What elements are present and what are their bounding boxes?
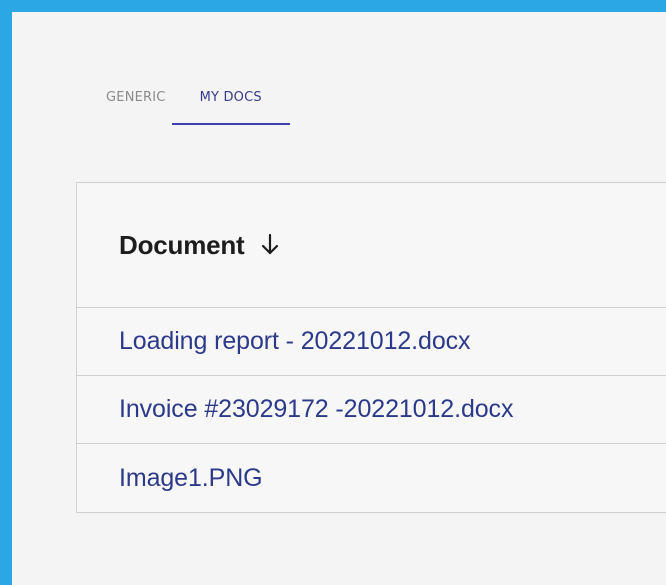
documents-table: Document Loading report - 20221012.docx … — [76, 182, 666, 513]
tab-my-docs[interactable]: MY DOCS — [171, 90, 291, 125]
content-panel: GENERIC MY DOCS Document Loading report … — [12, 12, 666, 585]
document-link[interactable]: Loading report - 20221012.docx — [119, 327, 471, 356]
tab-bar: GENERIC MY DOCS — [88, 90, 324, 140]
document-link[interactable]: Invoice #23029172 -20221012.docx — [119, 395, 513, 424]
app-frame: GENERIC MY DOCS Document Loading report … — [0, 0, 666, 585]
table-row[interactable]: Image1.PNG — [77, 444, 666, 512]
table-row[interactable]: Loading report - 20221012.docx — [77, 308, 666, 376]
table-row[interactable]: Invoice #23029172 -20221012.docx — [77, 376, 666, 444]
tab-generic[interactable]: GENERIC — [106, 90, 166, 125]
column-header-document[interactable]: Document — [119, 230, 245, 261]
document-link[interactable]: Image1.PNG — [119, 464, 263, 493]
arrow-down-icon[interactable] — [259, 232, 281, 258]
table-header[interactable]: Document — [77, 183, 666, 308]
